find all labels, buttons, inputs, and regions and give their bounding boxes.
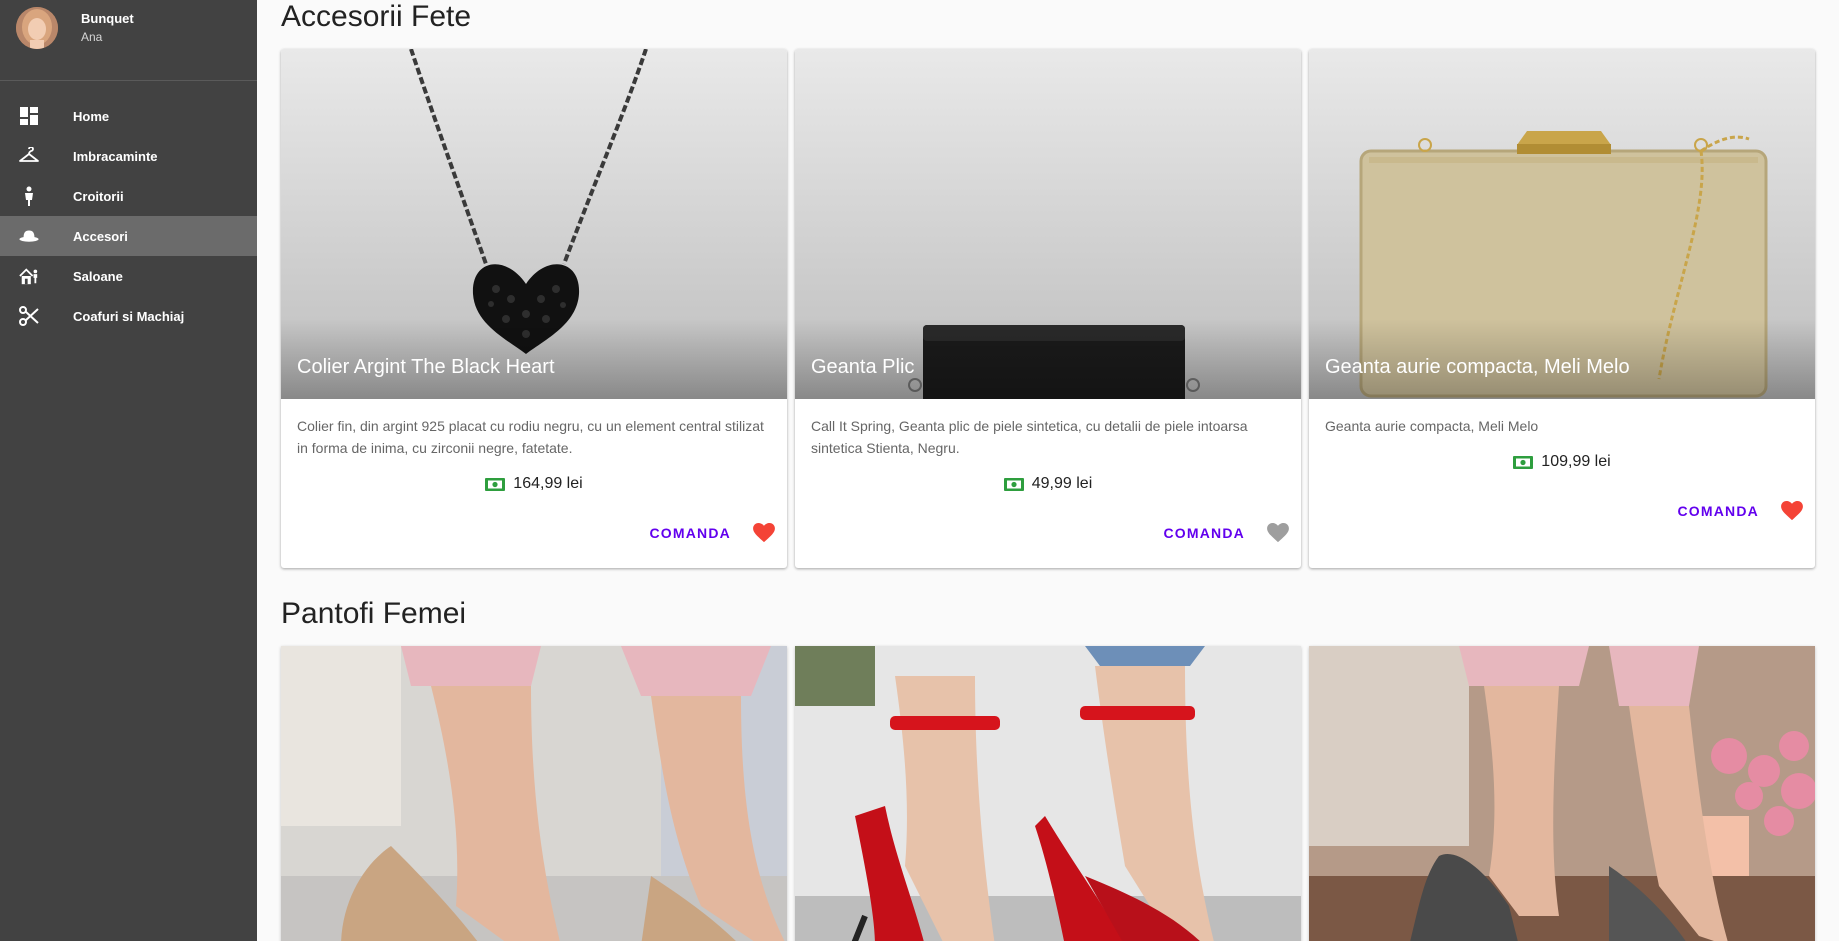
money-icon [1513, 455, 1534, 469]
profile-header: Bunquet Ana [0, 0, 257, 81]
order-button[interactable]: COMANDA [641, 525, 739, 541]
price-row: 109,99 lei [1309, 451, 1815, 473]
avatar[interactable] [16, 7, 58, 49]
card-actions: COMANDA [1309, 485, 1815, 537]
product-description: Call It Spring, Geanta plic de piele sin… [811, 418, 1248, 456]
sidebar: Bunquet Ana Home Imbracaminte Croitorii [0, 0, 257, 941]
sidebar-item-label: Imbracaminte [73, 148, 158, 164]
hanger-icon [19, 146, 39, 166]
sidebar-item-coafuri[interactable]: Coafuri si Machiaj [0, 296, 257, 336]
sidebar-item-label: Accesori [73, 228, 128, 244]
product-image: Geanta Plic [795, 49, 1301, 399]
card-actions: COMANDA [795, 507, 1301, 559]
sidebar-item-croitorii[interactable]: Croitorii [0, 176, 257, 216]
product-title: Geanta Plic [811, 356, 915, 378]
profile-name: Bunquet [81, 11, 134, 26]
sidebar-item-label: Saloane [73, 268, 123, 284]
card-actions: COMANDA [281, 507, 787, 559]
product-title: Geanta aurie compacta, Meli Melo [1325, 356, 1630, 378]
product-price: 109,99 lei [1541, 453, 1611, 470]
product-card: Geanta Plic Call It Spring, Geanta plic … [795, 49, 1301, 568]
scissors-icon [19, 306, 39, 326]
product-image[interactable] [1309, 646, 1815, 941]
favorite-heart-icon[interactable] [1267, 523, 1289, 543]
product-image: Geanta aurie compacta, Meli Melo [1309, 49, 1815, 399]
product-image[interactable] [795, 646, 1301, 941]
product-title: Colier Argint The Black Heart [297, 356, 555, 378]
sidebar-item-label: Croitorii [73, 188, 124, 204]
salon-icon [19, 266, 39, 286]
sidebar-item-imbracaminte[interactable]: Imbracaminte [0, 136, 257, 176]
tailor-icon [19, 186, 39, 206]
order-button[interactable]: COMANDA [1669, 503, 1767, 519]
profile-subtitle: Ana [81, 30, 103, 44]
product-description: Colier fin, din argint 925 placat cu rod… [297, 418, 764, 456]
product-card: Colier Argint The Black Heart Colier fin… [281, 49, 787, 568]
product-image[interactable] [281, 646, 787, 941]
sidebar-item-label: Coafuri si Machiaj [73, 308, 185, 324]
money-icon [485, 477, 506, 491]
product-price: 49,99 lei [1031, 475, 1093, 492]
favorite-heart-icon[interactable] [753, 523, 775, 543]
product-card: Geanta aurie compacta, Meli Melo Geanta … [1309, 49, 1815, 568]
favorite-heart-icon[interactable] [1781, 501, 1803, 521]
price-row: 164,99 lei [281, 473, 787, 495]
hat-icon [19, 226, 39, 246]
product-price: 164,99 lei [513, 475, 583, 492]
product-description: Geanta aurie compacta, Meli Melo [1325, 418, 1539, 434]
main-content: Accesorii Fete Colier Argint The Black H… [257, 0, 1839, 941]
section-title: Pantofi Femei [281, 597, 467, 630]
section-title: Accesorii Fete [281, 0, 472, 33]
sidebar-item-home[interactable]: Home [0, 96, 257, 136]
dashboard-icon [19, 106, 39, 126]
product-image: Colier Argint The Black Heart [281, 49, 787, 399]
sidebar-item-label: Home [73, 108, 110, 124]
price-row: 49,99 lei [795, 473, 1301, 495]
sidebar-item-saloane[interactable]: Saloane [0, 256, 257, 296]
order-button[interactable]: COMANDA [1155, 525, 1253, 541]
money-icon [1003, 477, 1024, 491]
sidebar-nav: Home Imbracaminte Croitorii Accesori Sal… [0, 96, 257, 336]
sidebar-item-accesori[interactable]: Accesori [0, 216, 257, 256]
